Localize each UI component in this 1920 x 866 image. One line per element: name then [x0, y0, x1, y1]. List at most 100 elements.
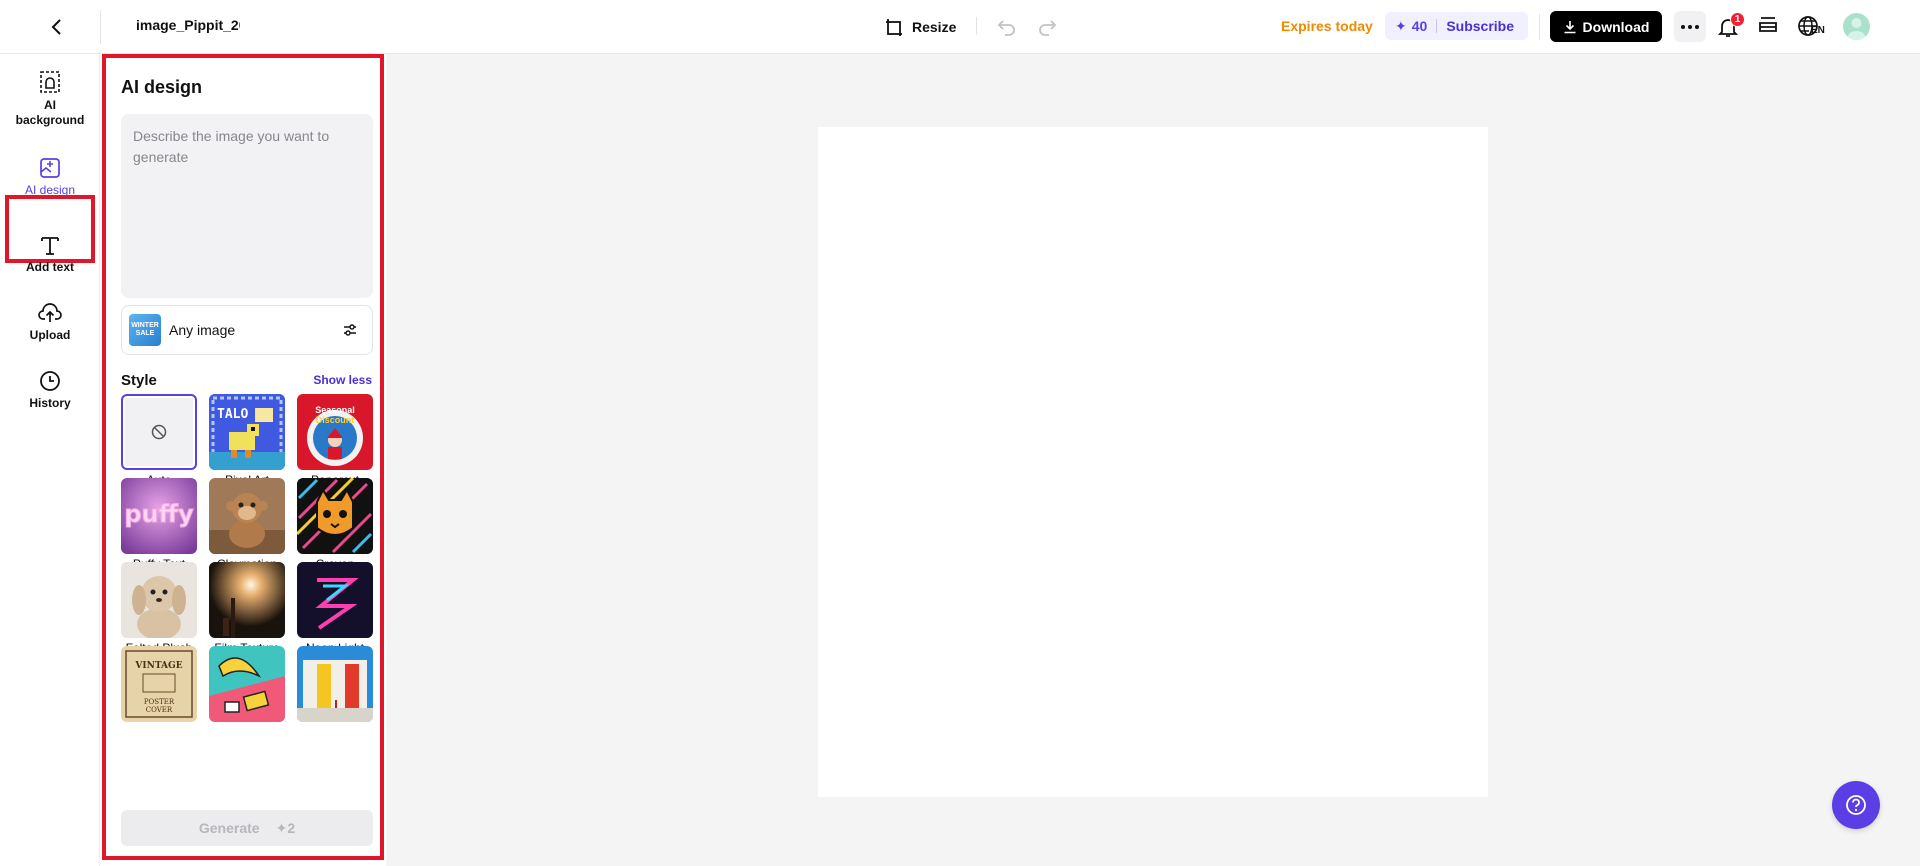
pixel-art-image: TALO [209, 394, 285, 470]
tool-sidebar: AI background AI design Add text Upload … [0, 54, 100, 866]
pixel-art-text: TALO [217, 407, 248, 422]
sidebar-item-label: AI design [24, 183, 76, 197]
style-tile-minimal[interactable] [297, 646, 373, 725]
sidebar-item-add-text[interactable]: Add text [0, 234, 100, 275]
style-tile-neon-light[interactable]: Neon Light [297, 562, 373, 655]
layers-button[interactable] [1757, 14, 1781, 38]
sparkle-icon: ✦ [275, 819, 288, 836]
neon-light-image [297, 562, 373, 638]
sidebar-item-history[interactable]: History [0, 370, 100, 411]
prompt-input[interactable] [121, 114, 373, 298]
style-thumbnail: puffy [121, 478, 197, 554]
sidebar-item-ai-design[interactable]: AI design [0, 157, 100, 198]
image-type-selector[interactable]: WINTER SALE Any image [121, 305, 373, 355]
redo-button[interactable] [1035, 14, 1059, 38]
settings-sliders-icon[interactable] [338, 318, 362, 342]
generate-label: Generate [198, 820, 260, 836]
help-button[interactable] [1832, 781, 1880, 829]
resize-icon [886, 19, 902, 36]
style-tile-vintage-poster[interactable]: VINTAGE POSTER COVER [121, 646, 197, 725]
style-tile-claymation[interactable]: Claymation [209, 478, 285, 571]
generate-button[interactable]: Generate ✦2 [121, 810, 373, 846]
minimal-image [297, 646, 373, 722]
style-thumbnail [209, 478, 285, 554]
papercut-image: Seasonal Discount [297, 394, 373, 470]
vintage-text: VINTAGE [134, 661, 182, 671]
style-tile-pixel-art[interactable]: TALO Pixel Art [209, 394, 285, 487]
canvas-workspace[interactable] [386, 54, 1920, 866]
style-tile-felted-plush[interactable]: Felted Plush [121, 562, 197, 655]
divider [976, 17, 977, 35]
style-tile-crayon[interactable]: Crayon [297, 478, 373, 571]
layers-icon [1759, 17, 1777, 32]
back-button[interactable] [44, 14, 70, 40]
style-tile-pop-art[interactable] [209, 646, 285, 725]
expires-notice[interactable]: Expires today [1281, 18, 1373, 34]
claymation-image [209, 478, 285, 554]
divider [1436, 19, 1438, 33]
generate-cost: ✦2 [276, 820, 296, 837]
sparkle-icon: ✦ [1395, 17, 1407, 34]
undo-icon [997, 20, 1015, 36]
style-thumbnail [121, 394, 197, 470]
notifications-button[interactable]: 1 [1716, 12, 1745, 41]
style-thumbnail [297, 478, 373, 554]
chevron-left-icon [51, 19, 61, 35]
document-title[interactable]: image_Pippit_20 [136, 17, 240, 33]
papercut-text: Seasonal [315, 405, 355, 415]
undo-button[interactable] [995, 14, 1019, 38]
sidebar-item-label: History [29, 396, 71, 410]
sidebar-item-label: Upload [29, 328, 71, 342]
sidebar-item-ai-background[interactable]: AI background [0, 70, 100, 128]
subscribe-link[interactable]: Subscribe [1446, 18, 1514, 34]
papercut-text: Discount [316, 415, 355, 425]
puffy-text-image: puffy [121, 478, 197, 554]
vintage-text: COVER [146, 706, 173, 714]
ai-design-icon [40, 158, 60, 178]
ai-design-panel: AI design WINTER SALE Any image Style Sh… [102, 54, 384, 860]
credits-badge[interactable]: ✦ 40 Subscribe [1385, 12, 1528, 40]
download-icon [1564, 20, 1576, 33]
more-options-button[interactable] [1674, 11, 1706, 42]
redo-icon [1039, 20, 1057, 36]
style-section-label: Style [121, 372, 157, 389]
notification-badge: 1 [1730, 12, 1745, 27]
felted-plush-image [121, 562, 197, 638]
vintage-poster-image: VINTAGE POSTER COVER [121, 646, 197, 722]
style-thumbnail [297, 646, 373, 722]
generate-cost-value: 2 [287, 819, 296, 836]
language-label: EN [1811, 25, 1825, 36]
avatar[interactable] [1843, 13, 1870, 40]
download-label: Download [1582, 18, 1650, 35]
download-button[interactable]: Download [1550, 11, 1662, 42]
language-button[interactable]: EN [1797, 13, 1829, 41]
style-thumbnail [209, 562, 285, 638]
style-tile-film-texture[interactable]: Film Texture [209, 562, 285, 655]
resize-button[interactable]: Resize [884, 13, 956, 41]
sidebar-item-upload[interactable]: Upload [0, 302, 100, 343]
style-tile-papercut[interactable]: Seasonal Discount Papercut [297, 394, 373, 487]
image-type-thumbnail: WINTER SALE [129, 314, 161, 346]
show-less-link[interactable]: Show less [313, 373, 372, 387]
film-texture-image [209, 562, 285, 638]
upload-icon [38, 303, 62, 322]
history-icon [40, 371, 60, 391]
style-thumbnail [297, 562, 373, 638]
image-type-label: Any image [169, 322, 236, 338]
style-tile-puffy-text[interactable]: puffy Puffy Text [121, 478, 197, 571]
top-bar: image_Pippit_20 Resize Expires today ✦ 4… [0, 0, 1920, 54]
panel-title: AI design [121, 77, 203, 97]
sidebar-item-label: Add text [26, 260, 74, 274]
crayon-image [297, 478, 373, 554]
thumbnail-text: WINTER SALE [131, 322, 159, 337]
style-thumbnail: TALO [209, 394, 285, 470]
credits-count: 40 [1411, 18, 1428, 34]
ellipsis-icon [1681, 24, 1699, 29]
no-style-icon [151, 424, 167, 440]
artboard[interactable] [818, 127, 1488, 797]
divider [1539, 14, 1540, 40]
style-tile-auto[interactable]: Auto [121, 394, 197, 487]
resize-label: Resize [912, 19, 957, 35]
style-thumbnail: Seasonal Discount [297, 394, 373, 470]
divider [100, 10, 101, 44]
